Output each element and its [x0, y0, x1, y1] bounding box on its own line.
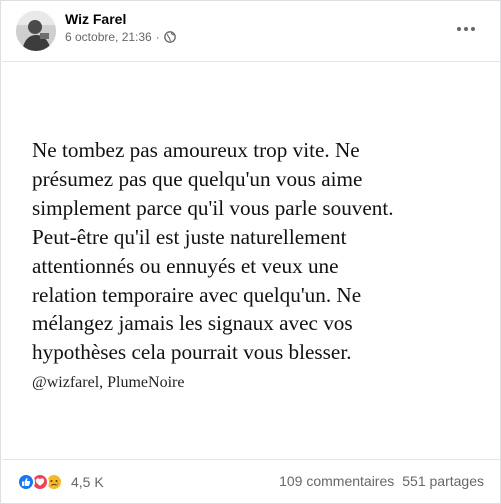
meta-separator: ·	[155, 30, 160, 44]
facebook-post: Wiz Farel 6 octobre, 21:36 · Ne tombez p…	[0, 0, 501, 504]
post-image[interactable]: Ne tombez pas amoureux trop vite. Ne pré…	[2, 61, 500, 460]
author-avatar[interactable]	[16, 11, 56, 51]
more-options-icon[interactable]	[454, 19, 478, 39]
quote-line: relation temporaire avec quelqu'un. Ne	[32, 282, 362, 307]
quote-line: hypothèses cela pourrait vous blesser.	[32, 340, 352, 365]
post-footer: 4,5 K 109 commentaires 551 partages	[1, 461, 500, 503]
post-header: Wiz Farel 6 octobre, 21:36 ·	[1, 1, 500, 61]
quote-line: présumez pas que quelqu'un vous aime	[32, 166, 363, 191]
quote-signature: @wizfarel, PlumeNoire	[32, 374, 185, 391]
shares-count[interactable]: 551 partages	[402, 473, 484, 489]
quote-line: mélangez jamais les signaux avec vos	[32, 311, 353, 336]
comments-count[interactable]: 109 commentaires	[279, 473, 394, 489]
quote-line: Ne tombez pas amoureux trop vite. Ne	[32, 138, 360, 162]
globe-icon[interactable]	[163, 31, 176, 43]
quote-line: attentionnés ou ennuyés et veux une	[32, 253, 339, 278]
reactions-summary[interactable]: 4,5 K	[17, 473, 104, 491]
avatar-photo	[16, 11, 56, 51]
like-icon	[17, 473, 35, 491]
post-meta: 6 octobre, 21:36 ·	[65, 30, 176, 44]
engagement-stats: 109 commentaires 551 partages	[279, 473, 484, 489]
quote-text: Ne tombez pas amoureux trop vite. Ne pré…	[32, 136, 472, 367]
author-name[interactable]: Wiz Farel	[65, 11, 126, 27]
quote-line: simplement parce qu'il vous parle souven…	[32, 195, 394, 220]
reaction-count[interactable]: 4,5 K	[71, 474, 104, 490]
quote-line: Peut-être qu'il est juste naturellement	[32, 224, 347, 249]
post-timestamp[interactable]: 6 octobre, 21:36	[65, 30, 152, 44]
